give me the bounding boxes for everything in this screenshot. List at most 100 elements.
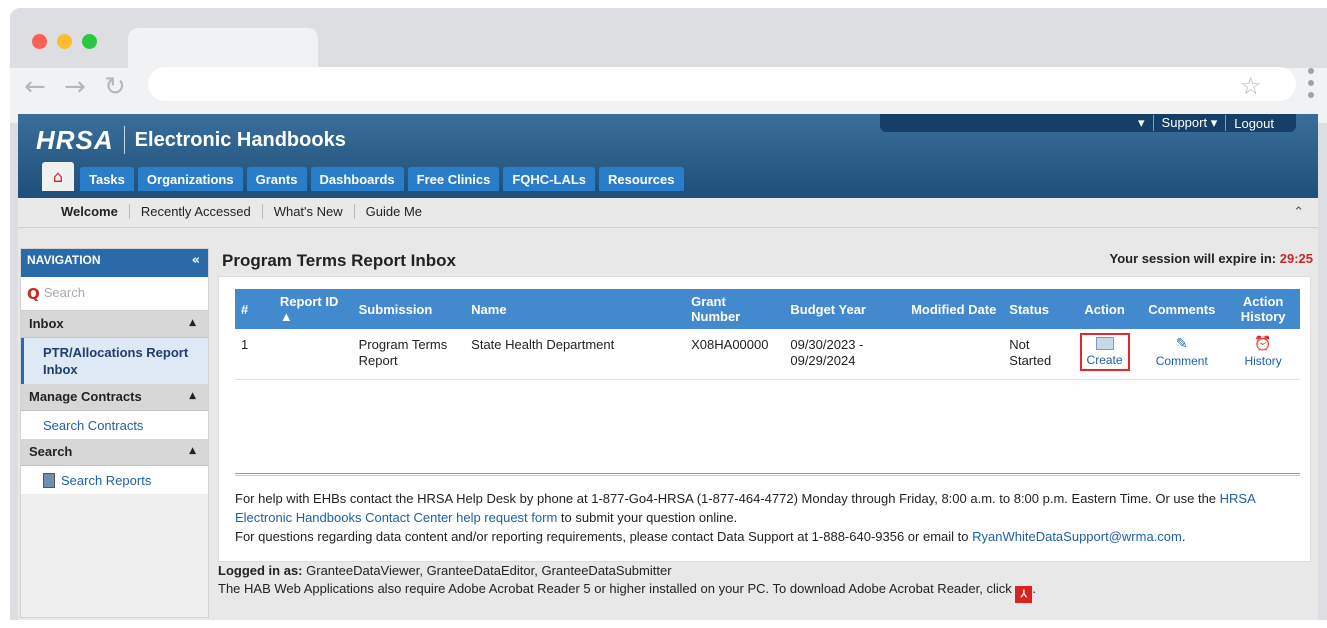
subnav-whats-new[interactable]: What's New xyxy=(263,204,355,219)
alarm-clock-icon: ⏰ xyxy=(1254,336,1272,352)
tab-resources[interactable]: Resources xyxy=(599,167,684,191)
collapse-triangle-icon: ▲ xyxy=(189,446,196,456)
tab-organizations[interactable]: Organizations xyxy=(137,167,243,191)
col-action: Action xyxy=(1071,289,1138,329)
maximize-window-dot[interactable] xyxy=(82,34,97,49)
tab-grants[interactable]: Grants xyxy=(246,167,307,191)
create-label: Create xyxy=(1086,353,1123,367)
sort-asc-icon: ▲ xyxy=(279,309,293,324)
cell-num: 1 xyxy=(235,329,274,380)
close-window-dot[interactable] xyxy=(32,34,47,49)
ehb-page: HRSA Electronic Handbooks ▾ Support ▾ Lo… xyxy=(18,114,1318,620)
sidebar-section-inbox[interactable]: Inbox ▲ xyxy=(21,311,208,338)
header-banner: HRSA Electronic Handbooks ▾ Support ▾ Lo… xyxy=(18,114,1318,198)
cell-name: State Health Department xyxy=(465,329,686,380)
navigation-sidebar: NAVIGATION « Q Search Inbox ▲ PTR/Alloca… xyxy=(20,248,209,618)
cell-report-id xyxy=(273,329,353,380)
comment-label: Comment xyxy=(1155,354,1208,368)
cell-status: Not Started xyxy=(1003,329,1072,380)
history-button[interactable]: ⏰ History xyxy=(1232,337,1294,368)
col-action-history: Action History xyxy=(1226,289,1300,329)
help-text: For help with EHBs contact the HRSA Help… xyxy=(235,489,1305,546)
logged-in-label: Logged in as: xyxy=(218,563,303,578)
bookmark-star-icon[interactable]: ☆ xyxy=(1240,72,1262,100)
collapse-sidebar-icon[interactable]: « xyxy=(192,253,200,268)
tab-fqhc-lals[interactable]: FQHC-LALs xyxy=(503,167,596,191)
sidebar-item-search-reports[interactable]: Search Reports xyxy=(21,466,208,494)
browser-menu-icon[interactable] xyxy=(1308,68,1316,104)
cell-action: Create xyxy=(1071,329,1138,380)
subnav-recently-accessed[interactable]: Recently Accessed xyxy=(130,204,263,219)
logged-in-value: GranteeDataViewer, GranteeDataEditor, Gr… xyxy=(306,563,672,578)
sidebar-title-label: NAVIGATION xyxy=(27,253,101,267)
divider xyxy=(235,473,1300,476)
session-label: Your session will expire in: xyxy=(1109,251,1277,266)
subnav-welcome[interactable]: Welcome xyxy=(50,204,130,219)
cell-history: ⏰ History xyxy=(1226,329,1300,380)
col-submission: Submission xyxy=(352,289,466,329)
sidebar-search-input[interactable]: Q Search xyxy=(21,277,208,311)
pdf-icon[interactable]: ⅄ xyxy=(1015,586,1033,603)
support-label: Support xyxy=(1161,115,1208,130)
home-icon[interactable]: ⌂ xyxy=(42,162,74,191)
collapse-header-icon[interactable]: ⌃ xyxy=(1293,205,1304,220)
divider xyxy=(1225,115,1227,131)
sub-nav: Welcome Recently Accessed What's New Gui… xyxy=(18,198,1318,228)
col-report-id[interactable]: Report ID ▲ xyxy=(273,289,353,329)
search-placeholder: Search xyxy=(43,285,85,300)
comment-icon: ✎ xyxy=(1175,336,1188,352)
col-name: Name xyxy=(465,289,686,329)
col-modified-date: Modified Date xyxy=(905,289,1004,329)
help-line2: For questions regarding data content and… xyxy=(235,529,969,544)
tab-tasks[interactable]: Tasks xyxy=(80,167,134,191)
tab-dashboards[interactable]: Dashboards xyxy=(310,167,404,191)
page-title: Program Terms Report Inbox xyxy=(222,251,456,270)
tab-free-clinics[interactable]: Free Clinics xyxy=(407,167,500,191)
logout-link[interactable]: Logout xyxy=(1234,116,1274,131)
support-menu[interactable]: Support ▾ xyxy=(1162,115,1218,131)
divider xyxy=(1152,115,1154,131)
acrobat-text: The HAB Web Applications also require Ad… xyxy=(218,581,1012,596)
report-icon xyxy=(43,473,55,488)
minimize-window-dot[interactable] xyxy=(57,34,72,49)
browser-tab[interactable] xyxy=(128,28,318,70)
section-label: Search xyxy=(29,444,73,459)
col-status: Status xyxy=(1003,289,1072,329)
subnav-guide-me[interactable]: Guide Me xyxy=(355,204,433,219)
create-button[interactable]: Create xyxy=(1079,333,1130,371)
user-menu-caret-icon[interactable]: ▾ xyxy=(1138,115,1145,131)
page-footer: Logged in as: GranteeDataViewer, Grantee… xyxy=(218,562,1036,603)
inbox-table: # Report ID ▲ Submission Name Grant Numb… xyxy=(235,289,1300,380)
envelope-icon xyxy=(1095,337,1114,350)
session-timer: Your session will expire in: 29:25 xyxy=(1109,251,1313,266)
help-line1: For help with EHBs contact the HRSA Help… xyxy=(235,491,1217,506)
cell-comments: ✎ Comment xyxy=(1137,329,1227,380)
utility-bar: ▾ Support ▾ Logout xyxy=(880,114,1296,132)
browser-tabstrip xyxy=(10,8,1327,70)
section-label: Inbox xyxy=(29,316,64,331)
collapse-triangle-icon: ▲ xyxy=(189,318,196,328)
hrsa-logo[interactable]: HRSA Electronic Handbooks xyxy=(36,120,346,160)
logo-text: HRSA xyxy=(36,124,114,155)
col-report-id-label: Report ID xyxy=(279,294,339,309)
help-line1-end: to submit your question online. xyxy=(560,510,738,525)
col-budget-year: Budget Year xyxy=(784,289,906,329)
search-reports-label: Search Reports xyxy=(61,473,152,488)
main-nav: ⌂ Tasks Organizations Grants Dashboards … xyxy=(42,162,688,191)
forward-arrow-icon[interactable]: → xyxy=(64,72,86,102)
sidebar-section-manage-contracts[interactable]: Manage Contracts ▲ xyxy=(21,384,208,411)
support-email-link[interactable]: RyanWhiteDataSupport@wrma.com xyxy=(972,529,1182,544)
table-row: 1 Program Terms Report State Health Depa… xyxy=(235,329,1300,380)
sidebar-section-search[interactable]: Search ▲ xyxy=(21,439,208,466)
search-icon: Q xyxy=(27,285,40,303)
reload-icon[interactable]: ↻ xyxy=(104,72,126,102)
section-label: Manage Contracts xyxy=(29,389,142,404)
address-bar[interactable] xyxy=(148,67,1296,101)
comment-button[interactable]: ✎ Comment xyxy=(1143,337,1220,368)
back-arrow-icon[interactable]: ← xyxy=(24,72,46,102)
col-num: # xyxy=(235,289,274,329)
collapse-triangle-icon: ▲ xyxy=(189,391,196,401)
sidebar-item-search-contracts[interactable]: Search Contracts xyxy=(21,411,208,439)
sidebar-item-ptr-allocations-inbox[interactable]: PTR/Allocations Report Inbox xyxy=(21,338,208,384)
history-label: History xyxy=(1244,354,1282,368)
